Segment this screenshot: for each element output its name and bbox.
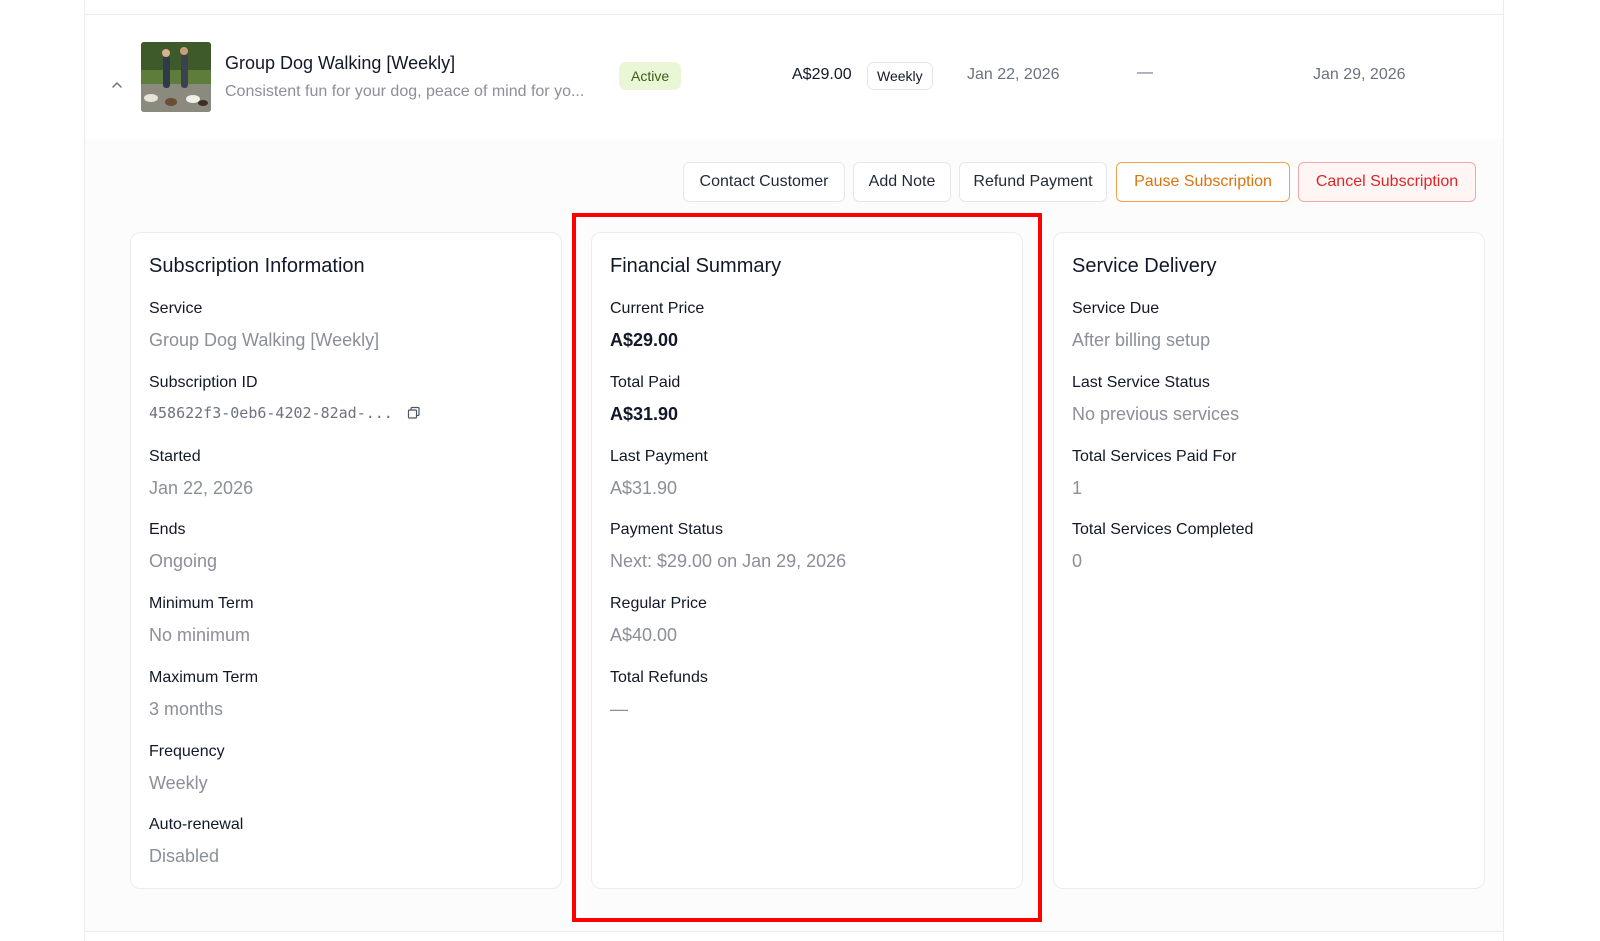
- field-value: Ongoing: [149, 551, 218, 571]
- copy-icon[interactable]: [407, 406, 421, 420]
- financial-summary-card: Financial Summary Current Price A$29.00 …: [591, 232, 1023, 889]
- field-value: Group Dog Walking [Weekly]: [149, 330, 380, 350]
- field-total-services-completed: Total Services Completed 0: [1072, 521, 1253, 572]
- frequency-badge: Weekly: [867, 62, 933, 90]
- refund-payment-button[interactable]: Refund Payment: [959, 162, 1107, 202]
- card-title: Financial Summary: [610, 255, 782, 277]
- card-title: Subscription Information: [149, 255, 365, 277]
- field-service: Service Group Dog Walking [Weekly]: [149, 300, 379, 351]
- contact-customer-button[interactable]: Contact Customer: [683, 162, 845, 202]
- field-ends: Ends Ongoing: [149, 521, 217, 572]
- field-last-payment: Last Payment A$31.90: [610, 448, 708, 499]
- field-value: A$31.90: [610, 404, 679, 424]
- field-value: A$29.00: [610, 330, 679, 350]
- field-value: Next: $29.00 on Jan 29, 2026: [610, 551, 847, 571]
- field-label: Minimum Term: [149, 595, 254, 612]
- field-total-services-paid: Total Services Paid For 1: [1072, 448, 1237, 499]
- field-auto-renewal: Auto-renewal Disabled: [149, 816, 243, 867]
- status-badge: Active: [619, 62, 682, 90]
- next-billing-date: Jan 29, 2026: [1313, 66, 1406, 83]
- field-value: —: [610, 699, 628, 719]
- field-value: After billing setup: [1072, 330, 1211, 350]
- field-label: Frequency: [149, 743, 225, 760]
- subscription-details: Contact Customer Add Note Refund Payment…: [85, 139, 1503, 931]
- subscriptions-panel: Group Dog Walking [Weekly] Consistent fu…: [84, 0, 1504, 941]
- field-last-service-status: Last Service Status No previous services: [1072, 374, 1239, 425]
- pause-subscription-button[interactable]: Pause Subscription: [1116, 162, 1290, 202]
- field-label: Total Services Completed: [1072, 521, 1254, 538]
- subscription-id-value: 458622f3-0eb6-4202-82ad-...: [149, 404, 421, 422]
- field-label: Auto-renewal: [149, 816, 244, 833]
- field-total-paid: Total Paid A$31.90: [610, 374, 680, 425]
- field-label: Total Paid: [610, 374, 681, 391]
- chevron-up-icon[interactable]: [107, 75, 127, 95]
- subscription-row[interactable]: Group Dog Walking [Weekly] Consistent fu…: [85, 15, 1503, 139]
- service-delivery-card: Service Delivery Service Due After billi…: [1053, 232, 1485, 889]
- start-date: Jan 22, 2026: [967, 66, 1060, 83]
- field-label: Last Payment: [610, 448, 708, 465]
- field-regular-price: Regular Price A$40.00: [610, 595, 707, 646]
- field-frequency: Frequency Weekly: [149, 743, 225, 794]
- service-title: Group Dog Walking [Weekly]: [225, 53, 456, 73]
- end-date: —: [1137, 64, 1153, 81]
- field-value: No previous services: [1072, 404, 1240, 424]
- field-value: 1: [1072, 478, 1083, 498]
- field-subscription-id: Subscription ID 458622f3-0eb6-4202-82ad-…: [149, 374, 421, 422]
- field-label: Started: [149, 448, 201, 465]
- field-value: No minimum: [149, 625, 251, 645]
- field-label: Ends: [149, 521, 186, 538]
- price: A$29.00: [792, 66, 852, 83]
- field-label: Payment Status: [610, 521, 723, 538]
- field-label: Regular Price: [610, 595, 707, 612]
- cancel-subscription-button[interactable]: Cancel Subscription: [1298, 162, 1476, 202]
- field-label: Service Due: [1072, 300, 1160, 317]
- field-total-refunds: Total Refunds —: [610, 669, 708, 720]
- field-label: Current Price: [610, 300, 705, 317]
- field-label: Total Refunds: [610, 669, 708, 686]
- field-label: Maximum Term: [149, 669, 259, 686]
- subscription-information-card: Subscription Information Service Group D…: [130, 232, 562, 889]
- field-value: A$40.00: [610, 625, 678, 645]
- field-current-price: Current Price A$29.00: [610, 300, 704, 351]
- field-started: Started Jan 22, 2026: [149, 448, 253, 499]
- add-note-button[interactable]: Add Note: [853, 162, 951, 202]
- field-value: Jan 22, 2026: [149, 478, 254, 498]
- service-thumbnail: [141, 42, 211, 112]
- card-title: Service Delivery: [1072, 255, 1217, 277]
- subscription-id-text: 458622f3-0eb6-4202-82ad-...: [149, 404, 393, 422]
- field-label: Total Services Paid For: [1072, 448, 1237, 465]
- field-service-due: Service Due After billing setup: [1072, 300, 1210, 351]
- field-value: Weekly: [149, 773, 208, 793]
- service-description: Consistent fun for your dog, peace of mi…: [225, 83, 585, 100]
- field-label: Last Service Status: [1072, 374, 1210, 391]
- field-maximum-term: Maximum Term 3 months: [149, 669, 258, 720]
- field-minimum-term: Minimum Term No minimum: [149, 595, 254, 646]
- field-label: Subscription ID: [149, 374, 258, 391]
- field-value: 0: [1072, 551, 1083, 571]
- field-value: Disabled: [149, 846, 220, 866]
- field-label: Service: [149, 300, 203, 317]
- field-value: 3 months: [149, 699, 224, 719]
- field-value: A$31.90: [610, 478, 678, 498]
- field-payment-status: Payment Status Next: $29.00 on Jan 29, 2…: [610, 521, 846, 572]
- divider: [85, 931, 1503, 932]
